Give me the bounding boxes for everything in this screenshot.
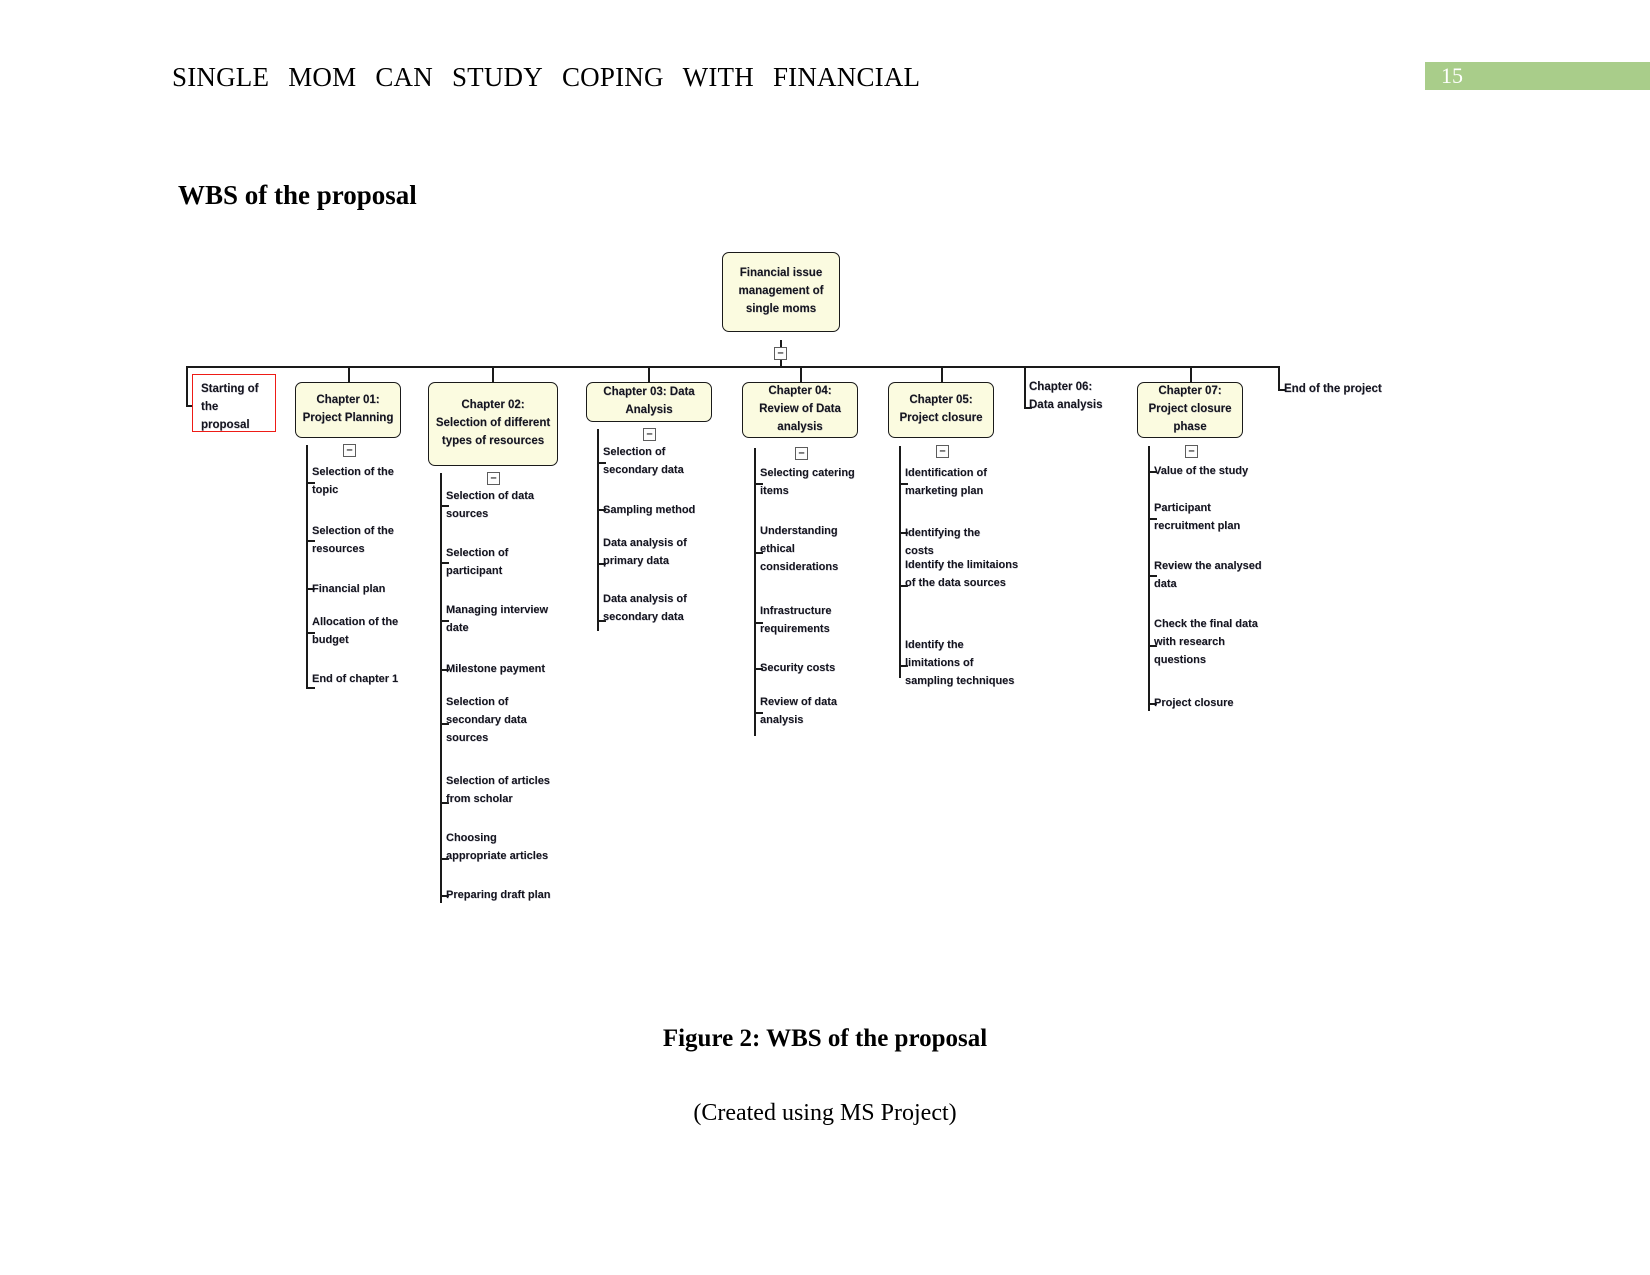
wbs-leaf-ch02: Choosing appropriate articles: [446, 832, 549, 862]
wbs-leaf-ch03: Data analysis of primary data: [603, 537, 687, 567]
wbs-leaf-ch04: Security costs: [760, 662, 836, 674]
connector-spine-ch07: [1148, 446, 1150, 711]
wbs-node-chapter-07: Chapter 07: Project closure phase: [1137, 382, 1249, 444]
wbs-node-label: Chapter 05: Project closure: [899, 394, 983, 424]
wbs-node-end-of-project: End of the project: [1284, 381, 1384, 399]
connector-drop-ch05: [941, 366, 943, 383]
wbs-node-label: Chapter 01: Project Planning: [302, 394, 394, 424]
connector-spine-ch04: [754, 448, 756, 736]
wbs-leaf-ch03: Sampling method: [603, 504, 696, 516]
collapse-symbol: –: [939, 445, 946, 457]
wbs-leaf-ch02: Selection of data sources: [446, 490, 535, 520]
collapse-toggle-root[interactable]: –: [774, 347, 787, 360]
wbs-node-chapter-04: Chapter 04: Review of Data analysis: [742, 382, 864, 444]
connector-drop-ch03: [648, 366, 650, 383]
wbs-leaf-ch04: Selecting catering items: [760, 467, 855, 497]
wbs-node-chapter-06: Chapter 06: Data analysis: [1029, 378, 1109, 416]
wbs-diagram: Financial issue management of single mom…: [0, 0, 1650, 960]
wbs-node-label: Chapter 06: Data analysis: [1029, 381, 1103, 411]
wbs-leaf-ch02: Milestone payment: [446, 663, 546, 675]
wbs-leaf-ch01: Selection of the resources: [312, 525, 394, 555]
collapse-toggle-ch02[interactable]: –: [487, 472, 500, 485]
wbs-node-starting-of-the-proposal: Starting of the proposal: [192, 374, 276, 432]
collapse-symbol: –: [1188, 445, 1195, 457]
wbs-leaf-ch05: Identify the limitations of sampling tec…: [905, 639, 1015, 687]
wbs-leaf-ch02: Preparing draft plan: [446, 889, 551, 901]
collapse-symbol: –: [777, 347, 784, 359]
wbs-leaf-ch02: Selection of secondary data sources: [446, 696, 527, 744]
connector-drop-ch01: [348, 366, 350, 383]
wbs-node-label: Chapter 02: Selection of different types…: [435, 399, 551, 447]
wbs-root-node: Financial issue management of single mom…: [722, 252, 846, 338]
wbs-leaf-ch03: Selection of secondary data: [603, 446, 684, 476]
connector-drop-ch07: [1190, 366, 1192, 383]
collapse-symbol: –: [798, 447, 805, 459]
connector-drop-ch02: [492, 366, 494, 383]
wbs-leaf-ch04: Review of data analysis: [760, 696, 838, 726]
wbs-node-label: Starting of the proposal: [201, 383, 259, 431]
collapse-symbol: –: [346, 444, 353, 456]
connector-spine-ch02: [440, 473, 442, 903]
connector-drop-start: [186, 366, 188, 406]
wbs-leaf-ch02: Selection of articles from scholar: [446, 775, 550, 805]
collapse-toggle-ch07[interactable]: –: [1185, 445, 1198, 458]
wbs-leaf-ch07: Participant recruitment plan: [1154, 502, 1241, 532]
wbs-node-chapter-02: Chapter 02: Selection of different types…: [428, 382, 564, 472]
collapse-symbol: –: [490, 472, 497, 484]
wbs-node-chapter-05: Chapter 05: Project closure: [888, 382, 1000, 444]
wbs-node-chapter-01: Chapter 01: Project Planning: [295, 382, 407, 444]
wbs-node-label: Chapter 04: Review of Data analysis: [759, 385, 841, 433]
wbs-leaf-ch01: Financial plan: [312, 583, 386, 595]
wbs-node-label: Chapter 07: Project closure phase: [1148, 385, 1232, 433]
wbs-leaf-ch07: Review the analysed data: [1154, 560, 1262, 590]
collapse-symbol: –: [646, 428, 653, 440]
wbs-node-label: End of the project: [1284, 383, 1382, 396]
wbs-leaf-ch01: Allocation of the budget: [312, 616, 399, 646]
wbs-leaf-ch07: Value of the study: [1154, 465, 1249, 477]
wbs-leaf-ch05: Identify the limitaions of the data sour…: [905, 559, 1019, 589]
collapse-toggle-ch03[interactable]: –: [643, 428, 656, 441]
wbs-leaf-ch01: Selection of the topic: [312, 466, 394, 496]
wbs-node-chapter-03: Chapter 03: Data Analysis: [586, 382, 718, 428]
wbs-leaf-ch07: Project closure: [1154, 697, 1234, 709]
figure-source-note: (Created using MS Project): [693, 1100, 957, 1126]
wbs-leaf-ch04: Infrastructure requirements: [760, 605, 832, 635]
wbs-leaf-ch02: Selection of participant: [446, 547, 509, 577]
collapse-toggle-ch01[interactable]: –: [343, 444, 356, 457]
wbs-leaf-ch05: Identifying the costs: [905, 527, 981, 557]
connector-main-bus: [186, 366, 1280, 368]
connector-spine-ch03: [597, 429, 599, 631]
wbs-node-label: Chapter 03: Data Analysis: [603, 386, 695, 416]
connector-drop-end: [1278, 366, 1280, 391]
connector-drop-ch06: [1024, 366, 1026, 408]
wbs-leaf-ch01: End of chapter 1: [312, 673, 399, 685]
collapse-toggle-ch04[interactable]: –: [795, 447, 808, 460]
connector-drop-ch04: [800, 366, 802, 383]
wbs-leaf-ch02: Managing interview date: [446, 604, 549, 634]
wbs-leaf-ch07: Check the final data with research quest…: [1154, 618, 1258, 666]
collapse-toggle-ch05[interactable]: –: [936, 445, 949, 458]
wbs-leaf-ch05: Identification of marketing plan: [905, 467, 987, 497]
wbs-root-label: Financial issue management of single mom…: [738, 267, 824, 315]
connector-spine-ch05: [899, 446, 901, 678]
wbs-leaf-ch03: Data analysis of secondary data: [603, 593, 687, 623]
figure-caption: Figure 2: WBS of the proposal: [662, 1025, 988, 1052]
wbs-leaf-ch04: Understanding ethical considerations: [760, 525, 839, 573]
